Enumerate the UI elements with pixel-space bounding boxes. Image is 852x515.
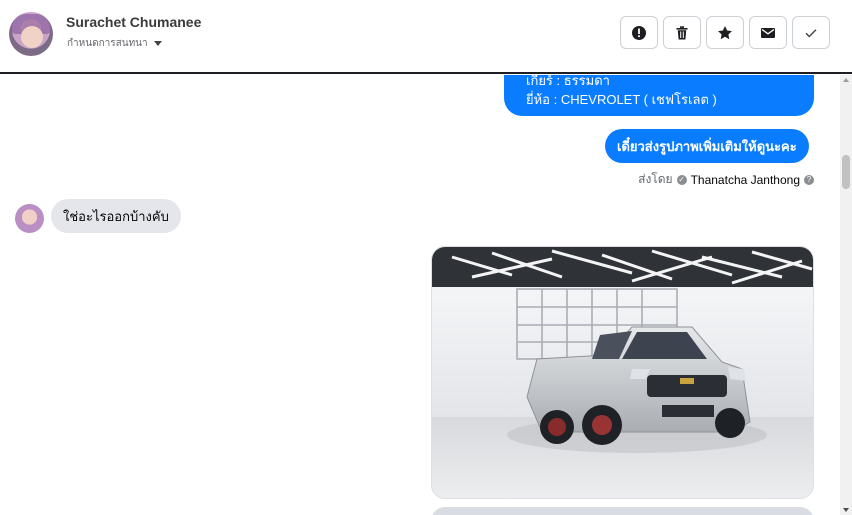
thread-scrollbar[interactable] xyxy=(840,75,852,515)
delete-button[interactable] xyxy=(663,16,701,49)
chevron-down-icon xyxy=(153,41,162,46)
trash-icon xyxy=(676,25,688,39)
contact-name[interactable]: Surachet Chumanee xyxy=(66,14,201,30)
incoming-message[interactable]: ใช่อะไรออกบ้างคับ xyxy=(51,199,181,233)
mark-done-button[interactable] xyxy=(792,16,830,49)
conversation-header: Surachet Chumanee กำหนดการสนทนา xyxy=(0,0,852,74)
sent-by-line: ส่งโดย ✓ Thanatcha Janthong ? xyxy=(638,170,814,189)
header-actions xyxy=(620,16,830,49)
alert-icon xyxy=(632,25,646,40)
message-thread[interactable]: เกียร์ : ธรรมดา ยี่ห้อ : CHEVROLET ( เชฟ… xyxy=(0,75,852,515)
mark-spam-button[interactable] xyxy=(620,16,658,49)
message-line: ยี่ห้อ : CHEVROLET ( เชฟโรเลต ) xyxy=(526,92,717,107)
second-photo-attachment[interactable] xyxy=(431,507,814,515)
scroll-down-icon[interactable] xyxy=(843,508,849,512)
sender-name[interactable]: Thanatcha Janthong xyxy=(691,173,800,187)
message-line: เกียร์ : ธรรมดา xyxy=(526,75,610,88)
outgoing-message[interactable]: เดี๋ยวส่งรูปภาพเพิ่มเติมให้ดูนะคะ xyxy=(605,129,809,163)
scrollbar-thumb[interactable] xyxy=(842,155,850,189)
pickup-truck-image xyxy=(432,247,813,498)
mark-unread-button[interactable] xyxy=(749,16,787,49)
assign-conversation-dropdown[interactable]: กำหนดการสนทนา xyxy=(67,36,162,51)
contact-avatar-small[interactable] xyxy=(15,204,44,233)
star-icon xyxy=(718,25,732,39)
help-icon[interactable]: ? xyxy=(804,174,814,185)
car-photo-attachment[interactable] xyxy=(431,246,814,499)
avatar-face xyxy=(21,26,43,48)
sent-by-label: ส่งโดย xyxy=(638,172,673,186)
outgoing-message[interactable]: เกียร์ : ธรรมดา ยี่ห้อ : CHEVROLET ( เชฟ… xyxy=(504,75,814,116)
contact-avatar[interactable] xyxy=(9,12,53,56)
star-button[interactable] xyxy=(706,16,744,49)
verified-icon: ✓ xyxy=(676,174,687,185)
check-icon xyxy=(805,28,817,37)
scroll-up-icon[interactable] xyxy=(843,78,849,82)
assign-conversation-label: กำหนดการสนทนา xyxy=(67,38,148,49)
envelope-icon xyxy=(761,27,775,38)
